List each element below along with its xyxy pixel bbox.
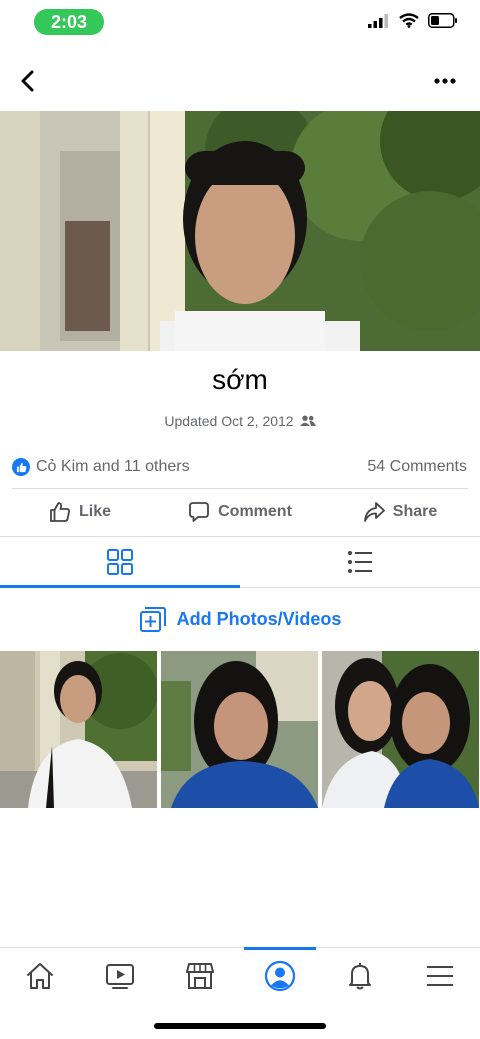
add-photos-button[interactable]: Add Photos/Videos (0, 602, 480, 636)
cover-image (0, 111, 480, 351)
add-photos-label: Add Photos/Videos (176, 608, 342, 629)
album-updated-line: Updated Oct 2, 2012 (0, 413, 480, 429)
share-icon (363, 502, 385, 522)
photo-thumbnail[interactable] (0, 651, 157, 808)
album-cover-photo[interactable] (0, 111, 480, 351)
tab-profile[interactable] (240, 947, 320, 1004)
tab-watch[interactable] (80, 948, 160, 1004)
back-button[interactable] (14, 66, 44, 96)
actions-row: Like Comment Share (0, 494, 480, 530)
share-button[interactable]: Share (320, 494, 480, 530)
chevron-left-icon (21, 70, 34, 92)
marketplace-icon (186, 963, 214, 989)
like-label: Like (78, 503, 111, 520)
battery-icon (428, 13, 457, 28)
comment-label: Comment (218, 503, 292, 520)
add-photo-icon (139, 607, 166, 632)
photo-thumbnail[interactable] (322, 651, 479, 808)
friends-icon (299, 415, 316, 426)
album-updated-text: Updated Oct 2, 2012 (164, 413, 294, 429)
home-icon (27, 963, 53, 989)
album-title: sớm (212, 364, 268, 395)
status-bar: 2:03 (0, 0, 480, 46)
status-icons (368, 13, 458, 28)
tab-notifications[interactable] (320, 948, 400, 1004)
comment-icon (189, 502, 210, 522)
tab-list-view[interactable] (240, 537, 480, 587)
reactions-row: Cỏ Kim and 11 others 54 Comments (12, 455, 467, 479)
bottom-tab-bar (0, 947, 480, 1004)
profile-icon (264, 960, 296, 992)
photo-image (322, 651, 479, 808)
photo-image (161, 651, 318, 808)
tab-home[interactable] (0, 948, 80, 1004)
photo-image (0, 651, 157, 808)
comments-count[interactable]: 54 Comments (367, 458, 467, 476)
signal-icon (368, 13, 388, 28)
photo-grid (0, 651, 480, 808)
video-icon (106, 964, 134, 989)
tab-marketplace[interactable] (160, 948, 240, 1004)
bell-icon (349, 963, 371, 990)
reactions-summary[interactable]: Cỏ Kim and 11 others (12, 458, 190, 476)
tab-menu[interactable] (400, 948, 480, 1004)
view-tabs (0, 536, 480, 588)
menu-icon (427, 966, 453, 986)
divider (12, 488, 468, 489)
share-label: Share (392, 503, 438, 520)
list-icon (348, 551, 372, 573)
home-indicator (154, 1023, 326, 1029)
comment-button[interactable]: Comment (160, 494, 320, 530)
grid-icon (107, 549, 133, 575)
more-button[interactable] (430, 66, 460, 96)
thumbs-up-icon (50, 502, 70, 522)
status-time: 2:03 (34, 9, 104, 35)
wifi-icon (399, 13, 419, 28)
tab-grid-view[interactable] (0, 537, 240, 588)
nav-bar (0, 56, 480, 106)
reactions-text: Cỏ Kim and 11 others (36, 458, 190, 475)
photo-thumbnail[interactable] (161, 651, 318, 808)
more-icon (434, 78, 456, 84)
like-reaction-icon (12, 458, 30, 476)
like-button[interactable]: Like (0, 494, 160, 530)
